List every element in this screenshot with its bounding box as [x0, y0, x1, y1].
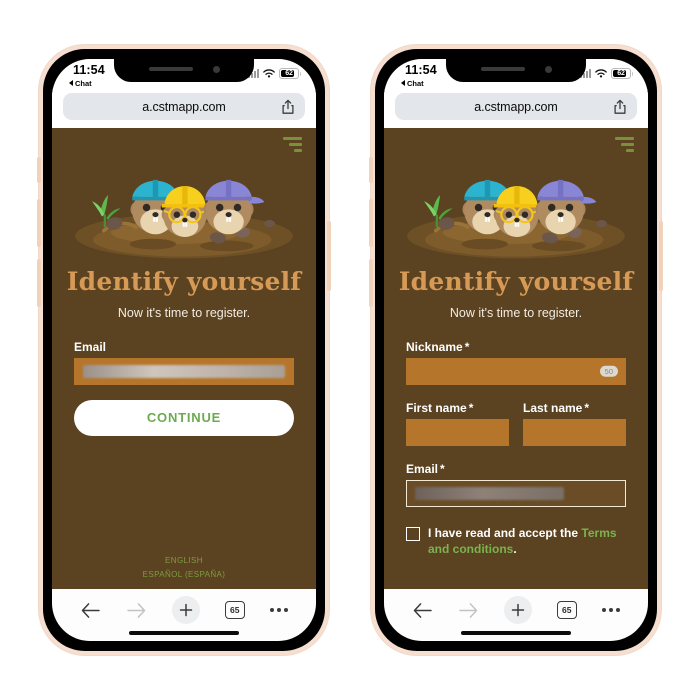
required-asterisk: *	[584, 400, 590, 415]
required-asterisk: *	[468, 400, 474, 415]
last-name-input[interactable]	[523, 418, 626, 446]
earpiece-speaker	[148, 66, 193, 72]
tab-overview-button[interactable]: 65	[224, 601, 245, 619]
email-input[interactable]	[74, 357, 294, 385]
url-text: a.cstmapp.com	[474, 99, 558, 114]
volume-down-button[interactable]	[369, 259, 373, 307]
power-button[interactable]	[659, 221, 663, 291]
web-page-right: Identify yourself Now it's time to regis…	[384, 128, 648, 589]
back-to-app-link[interactable]: Chat	[401, 78, 424, 88]
phone-screen-left: 11:54 Chat 62 a.cstmapp.com Identify you…	[52, 59, 316, 641]
registration-form-step1: Email CONTINUE	[52, 340, 316, 436]
tab-count: 65	[224, 601, 245, 619]
terms-period: .	[513, 541, 517, 556]
gopher-illustration	[52, 154, 316, 261]
mute-switch[interactable]	[37, 157, 41, 183]
status-time: 11:54	[73, 63, 105, 77]
device-notch	[446, 59, 586, 82]
browser-bottom-toolbar: 65	[384, 589, 648, 641]
first-name-label: First name *	[406, 400, 474, 415]
mute-switch[interactable]	[369, 157, 373, 183]
page-title: Identify yourself	[398, 266, 634, 296]
volume-up-button[interactable]	[369, 199, 373, 247]
continue-button[interactable]: CONTINUE	[74, 399, 294, 436]
triangle-left-icon	[401, 80, 405, 87]
forward-button	[126, 602, 147, 619]
gopher-illustration	[384, 154, 648, 261]
home-indicator	[129, 630, 239, 635]
tab-overview-button[interactable]: 65	[556, 601, 577, 619]
plus-icon	[171, 596, 200, 624]
email-input[interactable]	[406, 479, 626, 507]
power-button[interactable]	[327, 221, 331, 291]
new-tab-button[interactable]	[171, 596, 200, 624]
terms-checkbox[interactable]	[406, 526, 420, 541]
plus-icon	[503, 596, 532, 624]
redacted-value	[415, 486, 565, 500]
browser-chrome: 11:54 Chat 62 a.cstmapp.com	[52, 59, 316, 128]
back-to-app-link[interactable]: Chat	[69, 78, 92, 88]
tab-count: 65	[556, 601, 577, 619]
battery-percent: 62	[285, 70, 293, 77]
hamburger-filter-icon[interactable]	[615, 137, 634, 152]
email-label: Email	[74, 339, 107, 354]
phone-device-right: 11:54 Chat 62 a.cstmapp.com Identify you…	[369, 45, 663, 655]
more-dots-icon[interactable]	[601, 608, 620, 612]
battery-percent: 62	[617, 70, 625, 77]
volume-up-button[interactable]	[37, 199, 41, 247]
registration-form-step2: Nickname * 50 First name * Last name * E…	[384, 340, 648, 557]
email-label: Email *	[406, 461, 445, 476]
page-title: Identify yourself	[66, 266, 302, 296]
web-page-left: Identify yourself Now it's time to regis…	[52, 128, 316, 589]
last-name-label: Last name *	[523, 400, 590, 415]
front-camera	[544, 65, 552, 73]
battery-indicator: 62	[279, 68, 301, 79]
language-option-english[interactable]: ENGLISH	[52, 556, 316, 565]
address-bar[interactable]: a.cstmapp.com	[63, 93, 305, 120]
wifi-icon	[595, 69, 607, 78]
language-switcher: ENGLISH ESPAÑOL (ESPAÑA)	[52, 556, 316, 589]
required-asterisk: *	[440, 461, 445, 476]
back-to-app-label: Chat	[75, 78, 92, 88]
first-name-input[interactable]	[406, 418, 509, 446]
front-camera	[212, 65, 220, 73]
status-time: 11:54	[405, 63, 437, 77]
browser-chrome: 11:54 Chat 62 a.cstmapp.com	[384, 59, 648, 128]
terms-acceptance-row: I have read and accept the Terms and con…	[406, 525, 626, 557]
page-subtitle: Now it's time to register.	[117, 305, 251, 320]
back-button[interactable]	[412, 602, 433, 619]
redacted-value	[83, 364, 285, 378]
forward-button	[458, 602, 479, 619]
screenshot-canvas: 11:54 Chat 62 a.cstmapp.com Identify you…	[0, 0, 700, 700]
page-subtitle: Now it's time to register.	[449, 305, 583, 320]
back-button[interactable]	[80, 602, 101, 619]
device-notch	[114, 59, 254, 82]
phone-device-left: 11:54 Chat 62 a.cstmapp.com Identify you…	[37, 45, 331, 655]
language-option-spanish[interactable]: ESPAÑOL (ESPAÑA)	[52, 570, 316, 579]
wifi-icon	[263, 69, 275, 78]
more-dots-icon[interactable]	[269, 608, 288, 612]
nickname-label: Nickname *	[406, 339, 470, 354]
address-bar[interactable]: a.cstmapp.com	[395, 93, 637, 120]
url-text: a.cstmapp.com	[142, 99, 226, 114]
phone-screen-right: 11:54 Chat 62 a.cstmapp.com Identify you…	[384, 59, 648, 641]
nickname-char-counter: 50	[599, 365, 618, 377]
share-icon[interactable]	[613, 99, 627, 115]
share-icon[interactable]	[281, 99, 295, 115]
earpiece-speaker	[480, 66, 525, 72]
back-to-app-label: Chat	[407, 78, 424, 88]
battery-indicator: 62	[611, 68, 633, 79]
terms-statement: I have read and accept the	[428, 525, 579, 540]
required-asterisk: *	[464, 339, 470, 354]
hamburger-filter-icon[interactable]	[283, 137, 302, 152]
terms-text: I have read and accept the Terms and con…	[428, 525, 626, 557]
nickname-input[interactable]: 50	[406, 357, 626, 385]
triangle-left-icon	[69, 80, 73, 87]
home-indicator	[461, 630, 571, 635]
browser-bottom-toolbar: 65	[52, 589, 316, 641]
new-tab-button[interactable]	[503, 596, 532, 624]
volume-down-button[interactable]	[37, 259, 41, 307]
